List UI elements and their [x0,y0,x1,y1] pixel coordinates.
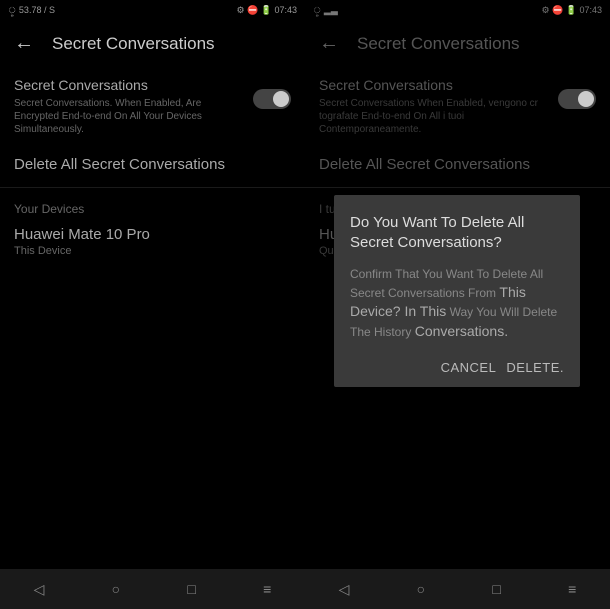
setting-text: Secret Conversations Secret Conversation… [14,77,253,136]
status-bar: ৢ ▂▃ ⚙ ⛔ 🔋 07:43 [305,0,610,20]
dialog-title: Do You Want To Delete All Secret Convers… [350,213,564,252]
status-left: ৢ 53.78 / S [8,3,55,18]
devices-section-header: Your Devices [0,188,305,226]
secret-conversations-setting: Secret Conversations Secret Conversation… [0,67,305,142]
delete-all-link[interactable]: Delete All Secret Conversations [0,142,305,187]
status-bar: ৢ 53.78 / S ⚙ ⛔ 🔋 07:43 [0,0,305,20]
dialog-actions: CANCEL DELETE. [350,360,564,375]
screen-left: ৢ 53.78 / S ⚙ ⛔ 🔋 07:43 ← Secret Convers… [0,0,305,609]
setting-desc: Secret Conversations. When Enabled, Are … [14,97,243,136]
delete-button[interactable]: DELETE. [506,360,564,375]
secret-conversations-setting: Secret Conversations Secret Conversation… [305,67,610,142]
delete-all-link[interactable]: Delete All Secret Conversations [305,142,610,187]
device-row[interactable]: Huawei Mate 10 Pro This Device [0,226,305,257]
nav-recent-icon[interactable]: □ [492,581,500,597]
setting-desc: Secret Conversations When Enabled, vengo… [319,97,548,136]
nav-back-icon[interactable]: ◁ [34,581,45,598]
nav-menu-icon[interactable]: ≡ [263,581,271,597]
nav-bar: ◁ ○ □ ≡ [0,569,305,609]
nav-menu-icon[interactable]: ≡ [568,581,576,597]
nav-back-icon[interactable]: ◁ [339,581,350,598]
nav-recent-icon[interactable]: □ [187,581,195,597]
header: ← Secret Conversations [305,20,610,67]
setting-title: Secret Conversations [14,77,243,93]
device-name: Huawei Mate 10 Pro [14,226,291,243]
setting-text: Secret Conversations Secret Conversation… [319,77,558,136]
status-right: ⚙ ⛔ 🔋 07:43 [541,5,602,16]
nav-home-icon[interactable]: ○ [417,581,425,597]
cancel-button[interactable]: CANCEL [441,360,497,375]
secret-conversations-toggle[interactable] [558,89,596,109]
delete-confirmation-dialog: Do You Want To Delete All Secret Convers… [334,195,580,387]
header: ← Secret Conversations [0,20,305,67]
dialog-text-4: Conversations. [415,323,508,339]
page-title: Secret Conversations [357,34,520,54]
back-icon[interactable]: ← [14,32,34,55]
setting-title: Secret Conversations [319,77,548,93]
secret-conversations-toggle[interactable] [253,89,291,109]
nav-home-icon[interactable]: ○ [112,581,120,597]
status-right: ⚙ ⛔ 🔋 07:43 [236,5,297,16]
device-sub: This Device [14,245,291,257]
status-left: ৢ ▂▃ [313,3,338,18]
back-icon[interactable]: ← [319,32,339,55]
dialog-body: Confirm That You Want To Delete All Secr… [350,266,564,342]
page-title: Secret Conversations [52,34,215,54]
nav-bar: ◁ ○ □ ≡ [305,569,610,609]
